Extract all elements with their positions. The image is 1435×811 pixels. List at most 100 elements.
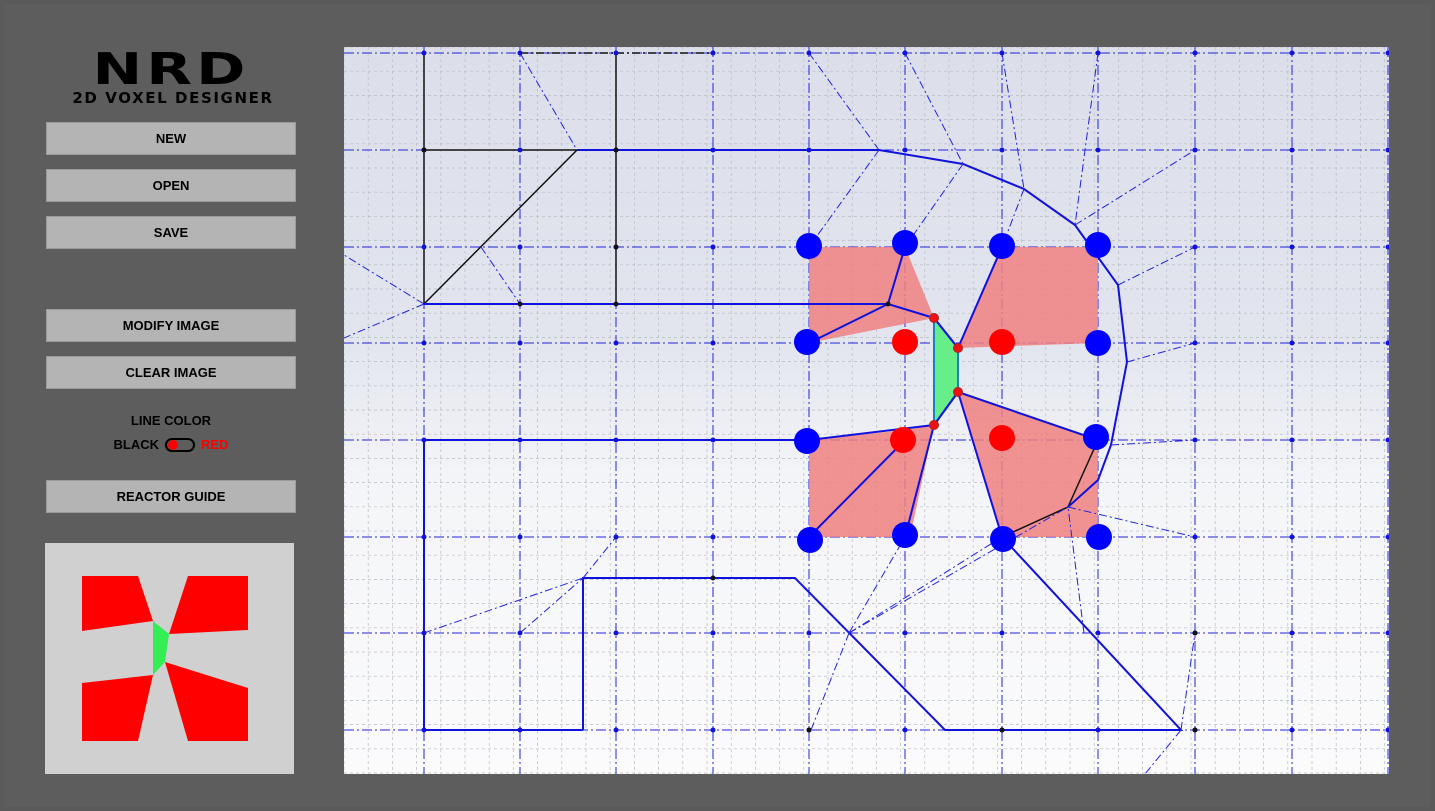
green-vertex-node: [929, 420, 939, 430]
grid-node: [806, 147, 812, 153]
guide-line: [1074, 52, 1099, 226]
grid-node: [613, 534, 619, 540]
grid-node: [421, 630, 427, 636]
grid-node: [1192, 147, 1198, 153]
black-node: [613, 147, 619, 153]
grid-node: [1289, 727, 1295, 733]
grid-node: [710, 437, 716, 443]
grid-node: [1192, 534, 1198, 540]
grid-node: [710, 244, 716, 250]
guide-line: [344, 254, 425, 305]
blue-node: [794, 428, 820, 454]
guide-line: [1074, 149, 1196, 226]
reactor-guide-button[interactable]: REACTOR GUIDE: [46, 480, 296, 513]
guide-line: [794, 577, 850, 634]
grid-node: [517, 437, 523, 443]
guide-line: [848, 536, 1003, 634]
grid-node: [806, 50, 812, 56]
blue-node: [794, 329, 820, 355]
guide-line: [1001, 52, 1025, 190]
black-node: [517, 301, 523, 307]
grid-node: [710, 50, 716, 56]
guide-line: [519, 52, 578, 151]
guide-line: [480, 246, 521, 305]
line-color-toggle[interactable]: [165, 437, 196, 452]
black-node: [421, 147, 427, 153]
red-node: [892, 329, 918, 355]
grid-node: [1192, 437, 1198, 443]
grid-node: [1095, 50, 1101, 56]
grid-node: [1385, 244, 1389, 250]
red-node: [989, 329, 1015, 355]
grid-node: [902, 727, 908, 733]
grid-node: [1289, 147, 1295, 153]
grid-node: [710, 534, 716, 540]
grid-node: [1095, 727, 1101, 733]
open-button[interactable]: OPEN: [46, 169, 296, 202]
grid-node: [710, 340, 716, 346]
grid-node: [421, 727, 427, 733]
preview-red-top-right: [169, 576, 248, 634]
guide-line: [1144, 729, 1182, 774]
grid-node: [999, 147, 1005, 153]
grid-node: [902, 50, 908, 56]
grid-node: [421, 340, 427, 346]
guide-line: [344, 303, 425, 339]
preview-red-top-left: [82, 576, 153, 631]
grid-node: [1289, 244, 1295, 250]
grid-node: [999, 50, 1005, 56]
guide-line: [848, 536, 906, 634]
guide-line: [904, 52, 964, 165]
blue-node: [1085, 232, 1111, 258]
grid-node: [1385, 50, 1389, 56]
guide-line: [1117, 246, 1196, 286]
grid-node: [1192, 340, 1198, 346]
modify-image-button[interactable]: MODIFY IMAGE: [46, 309, 296, 342]
black-node: [613, 301, 619, 307]
grid-node: [421, 244, 427, 250]
new-button[interactable]: NEW: [46, 122, 296, 155]
red-node: [989, 425, 1015, 451]
black-node: [710, 575, 716, 581]
blue-node: [990, 526, 1016, 552]
preview-red-bottom-left: [82, 675, 153, 741]
black-node: [1192, 630, 1198, 636]
sidebar: NRD 2D VOXEL DESIGNER NEW OPEN SAVE MODI…: [0, 0, 340, 811]
clear-image-button[interactable]: CLEAR IMAGE: [46, 356, 296, 389]
shape-preview: [45, 543, 294, 774]
grid-node: [1385, 727, 1389, 733]
grid-node: [613, 50, 619, 56]
grid-node: [517, 244, 523, 250]
voxel-grid[interactable]: [344, 47, 1389, 774]
toggle-knob-icon: [168, 439, 179, 450]
blue-line: [423, 440, 583, 731]
grid-node: [613, 727, 619, 733]
blue-node: [989, 233, 1015, 259]
grid-node: [1289, 340, 1295, 346]
grid-node: [517, 727, 523, 733]
grid-node: [806, 630, 812, 636]
black-node: [885, 301, 891, 307]
guide-line: [1180, 632, 1196, 731]
grid-node: [517, 50, 523, 56]
green-vertex-node: [953, 387, 963, 397]
guide-line: [810, 632, 850, 731]
grid-node: [902, 630, 908, 636]
guide-line: [1126, 342, 1196, 363]
grid-node: [1192, 50, 1198, 56]
blue-node: [892, 522, 918, 548]
grid-node: [710, 727, 716, 733]
blue-node: [892, 230, 918, 256]
green-vertex-node: [953, 343, 963, 353]
blue-node: [1086, 524, 1112, 550]
grid-node: [1385, 630, 1389, 636]
grid-node: [710, 630, 716, 636]
grid-node: [517, 630, 523, 636]
grid-node: [421, 534, 427, 540]
grid-node: [902, 147, 908, 153]
blue-node: [1085, 330, 1111, 356]
voxel-canvas[interactable]: [344, 47, 1389, 774]
save-button[interactable]: SAVE: [46, 216, 296, 249]
preview-svg: [82, 576, 248, 741]
black-node: [613, 244, 619, 250]
